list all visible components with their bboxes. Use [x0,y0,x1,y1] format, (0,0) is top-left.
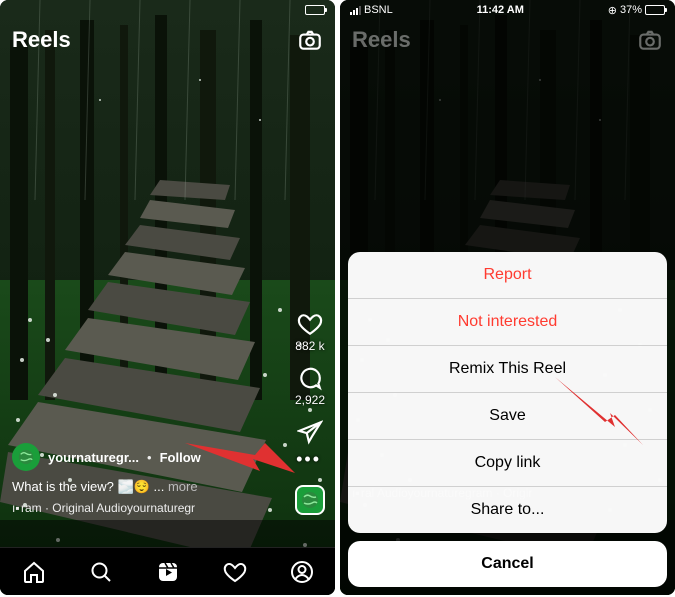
comment-count: 2,922 [295,393,325,407]
battery-icon [645,5,665,15]
caption-text: What is the view? [12,479,114,494]
activity-heart-icon[interactable] [223,560,247,584]
reel-caption[interactable]: What is the view? 🌫️😌 ... more [12,479,275,495]
home-icon[interactable] [22,560,46,584]
carrier-name: BSNL [364,4,393,16]
reels-header: Reels [0,20,335,60]
author-avatar[interactable] [12,443,40,471]
reels-tab-icon[interactable] [156,560,180,584]
battery-percent: 37% [620,4,642,16]
caption-more[interactable]: more [168,479,198,494]
more-options-button[interactable]: ••• [296,449,321,470]
sheet-cancel[interactable]: Cancel [348,541,667,587]
reel-info-block: yournaturegr... • Follow What is the vie… [12,443,275,515]
reels-header: Reels [340,20,675,60]
sheet-remix[interactable]: Remix This Reel [348,346,667,393]
sheet-report[interactable]: Report [348,252,667,299]
separator-dot: • [147,450,152,465]
bottom-nav [0,547,335,595]
reel-action-rail: 882 k 2,922 [295,311,325,445]
sheet-not-interested[interactable]: Not interested [348,299,667,346]
audio-track-thumbnail[interactable] [295,485,325,515]
camera-icon[interactable] [297,27,323,53]
cellular-signal-icon [350,6,361,15]
page-title: Reels [12,27,71,53]
sheet-copy-link[interactable]: Copy link [348,440,667,487]
screenshot-reels-feed: BSNL 11:42 AM ⊕ 37% Reels 882 k 2,922 ••… [0,0,335,595]
screenshot-action-sheet: BSNL 11:42 AM ⊕ 37% Reels ı▪ ral Audioyo… [340,0,675,595]
share-icon[interactable] [297,419,323,445]
author-username[interactable]: yournaturegr... [48,450,139,465]
action-sheet: Report Not interested Remix This Reel Sa… [348,252,667,587]
follow-link[interactable]: Follow [160,450,201,465]
battery-icon [305,5,325,15]
clock: 11:42 AM [477,4,524,16]
search-icon[interactable] [89,560,113,584]
caption-emoji: 🌫️😌 [118,479,150,494]
orientation-lock-icon: ⊕ [608,4,617,17]
status-bar: BSNL 11:42 AM ⊕ 37% [340,0,675,20]
sheet-share-to[interactable]: Share to... [348,487,667,533]
heart-icon[interactable] [297,311,323,337]
like-count: 882 k [295,339,324,353]
profile-icon[interactable] [290,560,314,584]
comment-icon[interactable] [297,365,323,391]
page-title: Reels [352,27,411,53]
camera-icon [637,27,663,53]
sheet-save[interactable]: Save [348,393,667,440]
audio-attribution[interactable]: ı▪ ram · Original Audioyournaturegr [12,501,275,515]
